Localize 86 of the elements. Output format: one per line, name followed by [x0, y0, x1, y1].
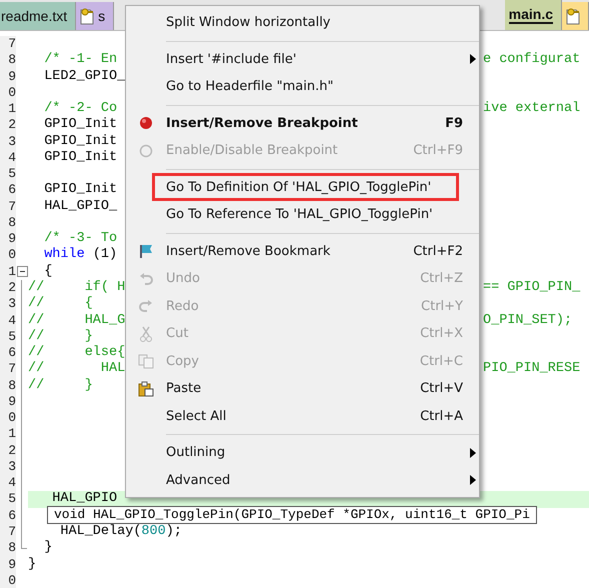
line-number: 9 [0, 68, 16, 85]
line-number: 6 [0, 345, 16, 362]
code-text: LED2_GPIO_ [43, 68, 126, 84]
line-number: 8 [0, 52, 16, 69]
line-number: 7 [0, 361, 16, 378]
line-number: 3 [0, 296, 16, 313]
menu-item[interactable]: Advanced [126, 466, 479, 494]
line-number: 0 [0, 572, 16, 588]
line-number: 2 [0, 442, 16, 459]
code-text: } [43, 540, 52, 556]
code-text: == GPIO_PIN_ [483, 280, 580, 295]
line-number: 9 [0, 394, 16, 410]
code-text: HAL_GPIO_ [43, 198, 118, 214]
copy-icon [138, 353, 154, 370]
code-text: // HAL [28, 361, 126, 376]
circle-icon [138, 142, 154, 159]
menu-item[interactable]: Select All Ctrl+A [126, 402, 479, 430]
line-number: 1 [0, 426, 16, 443]
menu-item[interactable]: Insert '#include file' [126, 46, 479, 73]
line-number: 5 [0, 166, 16, 182]
line-number: 5 [0, 491, 16, 508]
code-text: // HAL_G [28, 312, 126, 328]
line-number: 8 [0, 214, 16, 232]
line-number: 8 [0, 540, 16, 556]
line-number: 3 [0, 134, 16, 150]
code-text: GPIO_Init [43, 182, 118, 198]
code-text: // } [28, 328, 93, 344]
code-text: O_PIN_SET); [483, 312, 572, 328]
code-text: PIO_PIN_RESE [483, 361, 580, 376]
file-tab[interactable]: readme.txt [0, 2, 76, 30]
line-number: 9 [0, 231, 16, 248]
code-text: ive external [483, 101, 580, 116]
code-text: e configurat [483, 52, 580, 68]
menu-item[interactable]: Go to Headerfile "main.h" [126, 73, 479, 100]
line-number: 0 [0, 84, 16, 102]
menu-item[interactable]: Insert/Remove Bookmark Ctrl+F2 [126, 238, 479, 265]
line-number: 0 [0, 410, 16, 426]
line-number: 4 [0, 312, 16, 329]
line-number: 2 [0, 280, 16, 296]
code-text: GPIO_Init [43, 150, 118, 165]
breakpoint-icon [138, 115, 154, 132]
menu-item[interactable]: Insert/Remove Breakpoint F9 [126, 110, 479, 137]
code-text: /* -3- To [43, 231, 118, 246]
line-number: 1 [0, 101, 16, 118]
flag-icon [138, 243, 154, 260]
redo-icon [138, 298, 154, 314]
line-number: 7 [0, 524, 16, 540]
code-text: // if( H [28, 280, 126, 295]
collapse-icon [16, 266, 28, 278]
line-number: 5 [0, 328, 16, 346]
line-number: 1 [0, 264, 16, 280]
menu-item[interactable]: Split Window horizontally [126, 9, 479, 36]
code-text: // } [28, 378, 93, 393]
line-number: 4 [0, 475, 16, 492]
code-text: } [28, 556, 36, 572]
line-number: 4 [0, 150, 16, 166]
code-text: { [44, 264, 52, 279]
line-number: 3 [0, 458, 16, 476]
menu-item[interactable]: Go To Reference To 'HAL_GPIO_TogglePin' [126, 201, 479, 228]
menu-item[interactable]: Outlining [126, 439, 479, 466]
code-text: /* -1- En [43, 52, 118, 68]
file-tab[interactable]: s [76, 2, 114, 30]
line-number: 2 [0, 117, 16, 134]
line-number: 7 [0, 198, 16, 215]
line-number: 6 [0, 508, 16, 524]
menu-item[interactable]: Paste Ctrl+V [126, 375, 479, 402]
code-text: // { [28, 296, 93, 312]
code-text: GPIO_Init [43, 117, 118, 132]
line-number: 8 [0, 378, 16, 394]
line-number: 9 [0, 556, 16, 573]
code-text: // else{ [28, 345, 126, 360]
line-number: 7 [0, 36, 16, 52]
line-number: 6 [0, 182, 16, 199]
code-text: while (1) [43, 247, 118, 262]
signature-tooltip: void HAL_GPIO_TogglePin(GPIO_TypeDef *GPIOx, uint16_t GPIO_Pi [47, 506, 537, 524]
file-tab[interactable]: main.c [504, 0, 562, 30]
code-text: HAL_GPIO [51, 491, 118, 506]
file-tab[interactable] [562, 2, 589, 30]
code-text: HAL_Delay(800); [59, 524, 182, 539]
code-text: /* -2- Co [43, 101, 118, 116]
line-number: 0 [0, 247, 16, 264]
undo-icon [138, 270, 154, 287]
code-text: GPIO_Init [43, 134, 118, 149]
menu-item[interactable]: Go To Definition Of 'HAL_GPIO_TogglePin' [126, 174, 479, 201]
scissors-icon [138, 326, 154, 342]
paste-icon [138, 380, 154, 397]
